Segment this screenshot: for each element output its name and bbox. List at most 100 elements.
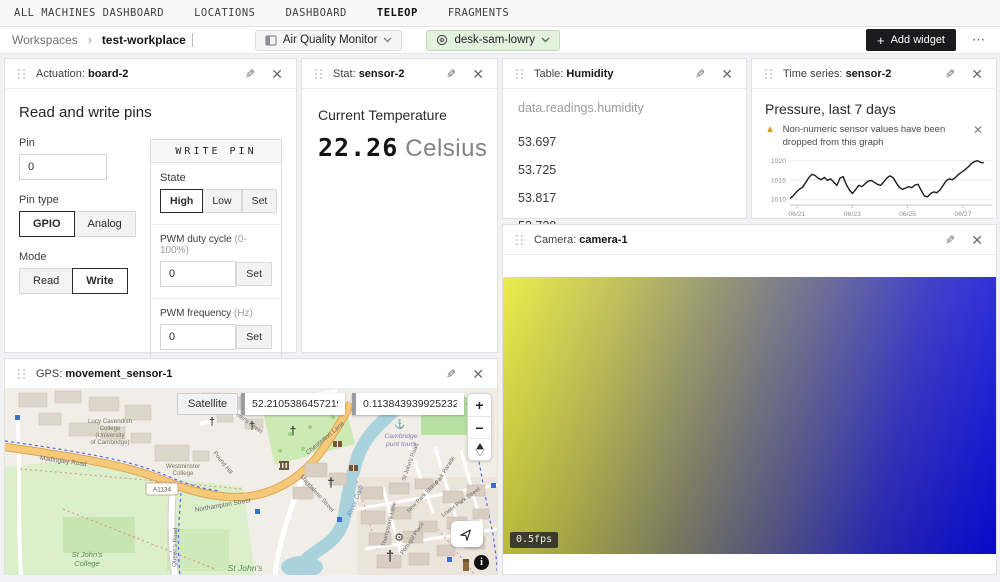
map-label: College [173,470,195,477]
pin-type-gpio-button[interactable]: GPIO [19,211,75,237]
nav-dashboard[interactable]: DASHBOARD [285,7,346,19]
state-high-button[interactable]: High [160,189,203,213]
breadcrumb-current[interactable]: test-workplace [102,33,193,47]
chart-title: Pressure, last 7 days [765,101,983,117]
machine-icon [436,34,448,46]
pin-type-analog-button[interactable]: Analog [74,211,136,237]
widget-title-prefix: Table: [534,68,563,80]
close-icon[interactable]: ✕ [721,67,733,81]
map-label: Lucy Cavendish [88,418,133,425]
map-label: Westminster [166,463,200,470]
table-column-header: data.readings.humidity [518,101,731,115]
drag-handle-icon[interactable] [315,69,323,79]
drag-handle-icon[interactable] [516,235,524,245]
latitude-input[interactable] [241,393,345,415]
widget-timeseries: Time series: sensor-2 ✎ ✕ Pressure, last… [751,58,997,219]
pencil-icon[interactable]: ✎ [245,67,255,81]
drag-handle-icon[interactable] [18,69,26,79]
locate-button[interactable] [451,521,483,547]
drag-handle-icon[interactable] [18,369,26,379]
state-set-button[interactable]: Set [242,189,278,213]
workspace-select[interactable]: Air Quality Monitor [255,30,403,51]
map-label: Cambridge [384,433,417,440]
svg-text:1010: 1010 [771,196,786,203]
mode-write-button[interactable]: Write [72,268,127,294]
pencil-icon[interactable]: ✎ [945,233,955,247]
breadcrumb-root[interactable]: Workspaces [12,33,78,47]
state-toggle: High Low [160,189,242,213]
top-nav: ALL MACHINES DASHBOARD LOCATIONS DASHBOA… [0,0,1000,27]
widget-gps: GPS: movement_sensor-1 ✎ ✕ [4,358,498,575]
pencil-icon[interactable]: ✎ [446,367,456,381]
svg-text:06/23: 06/23 [844,211,861,218]
close-icon[interactable]: ✕ [973,124,983,136]
drag-handle-icon[interactable] [516,69,524,79]
actuation-heading: Read and write pins [19,104,282,121]
pwm-duty-input[interactable] [160,261,236,287]
nav-fragments[interactable]: FRAGMENTS [448,7,509,19]
attribution-icon [463,559,469,571]
chevron-down-icon [541,37,550,43]
warning-text: Non-numeric sensor values have been drop… [783,124,951,150]
pencil-icon[interactable]: ✎ [695,67,705,81]
state-label: State [160,172,272,184]
svg-text:A1134: A1134 [153,487,172,494]
widget-header: Table: Humidity ✎ ✕ [503,59,746,89]
drag-handle-icon[interactable] [765,69,773,79]
info-icon[interactable]: i [474,555,489,570]
nav-locations[interactable]: LOCATIONS [194,7,255,19]
add-widget-button[interactable]: + Add widget [866,29,956,51]
satellite-toggle-button[interactable]: Satellite [177,393,238,415]
widget-title: sensor-2 [359,68,405,80]
zoom-out-button[interactable]: − [468,416,491,438]
widget-title: sensor-2 [846,68,892,80]
map-label: of Cambridge) [90,439,129,446]
map-canvas[interactable]: † † † † † ⚙ ⚓ Madingley Road Lucy C [5,389,497,575]
widget-title-prefix: GPS: [36,368,62,380]
widget-title: camera-1 [579,234,627,246]
svg-text:†: † [386,548,394,565]
close-icon[interactable]: ✕ [971,233,983,247]
map-label: College [100,425,122,432]
widget-stat: Stat: sensor-2 ✎ ✕ Current Temperature 2… [301,58,498,353]
widget-title-prefix: Actuation: [36,68,85,80]
stat-value: 22.26 [318,133,398,162]
close-icon[interactable]: ✕ [271,67,283,81]
machine-select[interactable]: desk-sam-lowry [426,30,560,51]
close-icon[interactable]: ✕ [472,367,484,381]
pin-input[interactable] [19,154,107,180]
machine-select-value: desk-sam-lowry [454,34,535,46]
pin-type-label: Pin type [19,194,139,206]
more-menu-button[interactable]: ⋯ [972,32,988,48]
pwm-freq-set-button[interactable]: Set [236,325,272,349]
mode-read-button[interactable]: Read [19,268,73,294]
map-label: Queen's Road [171,527,179,567]
table-row: 53.725 [518,156,731,184]
svg-text:06/27: 06/27 [954,211,971,218]
longitude-input[interactable] [352,393,464,415]
divider [151,298,281,299]
nav-teleop[interactable]: TELEOP [377,7,418,19]
pin-label: Pin [19,137,139,149]
widget-header: Actuation: board-2 ✎ ✕ [5,59,296,89]
warning-icon: ▲! [765,124,777,136]
museum-icon [279,461,289,470]
write-pin-panel: WRITE PIN State High Low Set PWM duty cy… [150,139,282,361]
widget-camera: Camera: camera-1 ✎ ✕ 0.5fps [502,224,997,575]
widget-header: Camera: camera-1 ✎ ✕ [503,225,996,255]
state-low-button[interactable]: Low [202,189,241,213]
warning-banner: ▲! Non-numeric sensor values have been d… [765,124,983,150]
pencil-icon[interactable]: ✎ [446,67,456,81]
nav-all-machines-dashboard[interactable]: ALL MACHINES DASHBOARD [14,7,164,19]
zoom-in-button[interactable]: + [468,394,491,416]
pencil-icon[interactable]: ✎ [945,67,955,81]
close-icon[interactable]: ✕ [472,67,484,81]
close-icon[interactable]: ✕ [971,67,983,81]
pwm-freq-input[interactable] [160,324,236,350]
map-zoom-controls: + − [467,393,492,461]
pwm-duty-set-button[interactable]: Set [236,262,272,286]
table-row: 53.817 [518,184,731,212]
compass-button[interactable] [468,438,491,460]
anchor-icon: ⚓ [394,418,405,429]
widget-title: movement_sensor-1 [65,368,172,380]
